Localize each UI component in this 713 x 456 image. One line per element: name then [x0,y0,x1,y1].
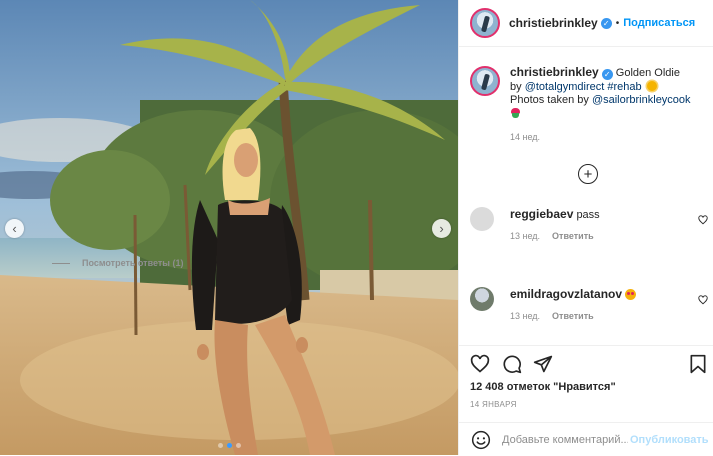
avatar[interactable] [470,207,494,231]
mention-link[interactable]: @totalgymdirect [525,81,605,93]
caption-photos-credit: Photos taken by [510,94,589,106]
reply-button[interactable]: Ответить [552,309,594,323]
avatar[interactable] [470,8,500,38]
add-comment-form: Опубликовать [459,422,713,456]
comment-body: emildragovzlatanov 13 нед. Ответить [510,287,637,323]
heart-eyes-emoji-icon [625,289,637,300]
heart-icon[interactable] [470,354,490,374]
publish-button[interactable]: Опубликовать [630,434,709,446]
heart-icon[interactable] [698,215,708,225]
follow-button[interactable]: Подписаться [623,17,695,29]
comment-username[interactable]: reggiebaev [510,207,573,221]
bookmark-icon[interactable] [688,354,708,374]
paper-plane-icon[interactable] [533,354,553,374]
view-replies-button[interactable]: Посмотреть ответы (1) [52,258,183,268]
smile-icon[interactable] [471,430,491,450]
hashtag-link[interactable]: #rehab [607,81,641,93]
mention-link[interactable]: @sailorbrinkleycook [592,94,691,106]
author-username[interactable]: christiebrinkley [509,16,598,30]
comment-timestamp[interactable]: 13 нед. [510,309,540,323]
avatar[interactable] [470,287,494,311]
post-caption: christiebrinkley ✓ Golden Oldie by @total… [470,65,708,145]
reply-button[interactable]: Ответить [552,229,594,243]
comment-timestamp[interactable]: 13 нед. [510,229,540,243]
beach-photo-image [0,0,458,455]
caption-body: christiebrinkley ✓ Golden Oldie by @total… [510,65,691,145]
comment-text: pass [576,209,600,221]
sun-emoji-icon [646,80,657,91]
caption-avatar[interactable] [470,66,500,96]
flower-emoji-icon [510,107,521,118]
post-date[interactable]: 14 ЯНВАРЯ [470,400,517,409]
post-actions: 12 408 отметок "Нравится" 14 ЯНВАРЯ Опуб… [459,345,713,455]
comment-item: reggiebaev pass 13 нед. Ответить [470,207,708,243]
caption-timestamp[interactable]: 14 нед. [510,131,691,145]
heart-icon[interactable] [698,295,708,305]
caption-username[interactable]: christiebrinkley [510,65,599,79]
chevron-left-icon[interactable]: ‹ [5,219,24,238]
carousel-dot [235,443,241,448]
action-icons [470,354,708,376]
plus-circle-icon[interactable]: + [578,164,598,184]
comment-username[interactable]: emildragovzlatanov [510,287,622,301]
carousel-dot-active [226,443,232,448]
verified-badge-icon: ✓ [600,17,612,29]
comment-icon[interactable] [502,354,522,374]
carousel-dot [217,443,223,448]
caption-text: Golden Oldie [615,67,680,79]
post-photo[interactable]: ‹ › [0,0,458,455]
comment-input[interactable] [502,433,628,446]
likes-count[interactable]: 12 408 отметок "Нравится" [470,381,616,393]
post-header: christiebrinkley ✓ • Подписаться [459,0,713,47]
comment-body: reggiebaev pass 13 нед. Ответить [510,207,600,243]
comment-item: emildragovzlatanov 13 нед. Ответить [470,287,708,323]
caption-by: by [510,80,522,93]
verified-badge-icon: ✓ [601,69,613,81]
chevron-right-icon[interactable]: › [432,219,451,238]
carousel-indicator [0,443,458,448]
separator-dot: • [615,17,620,29]
instagram-post: ‹ › christiebrinkley ✓ • Подписаться chr… [0,0,713,455]
